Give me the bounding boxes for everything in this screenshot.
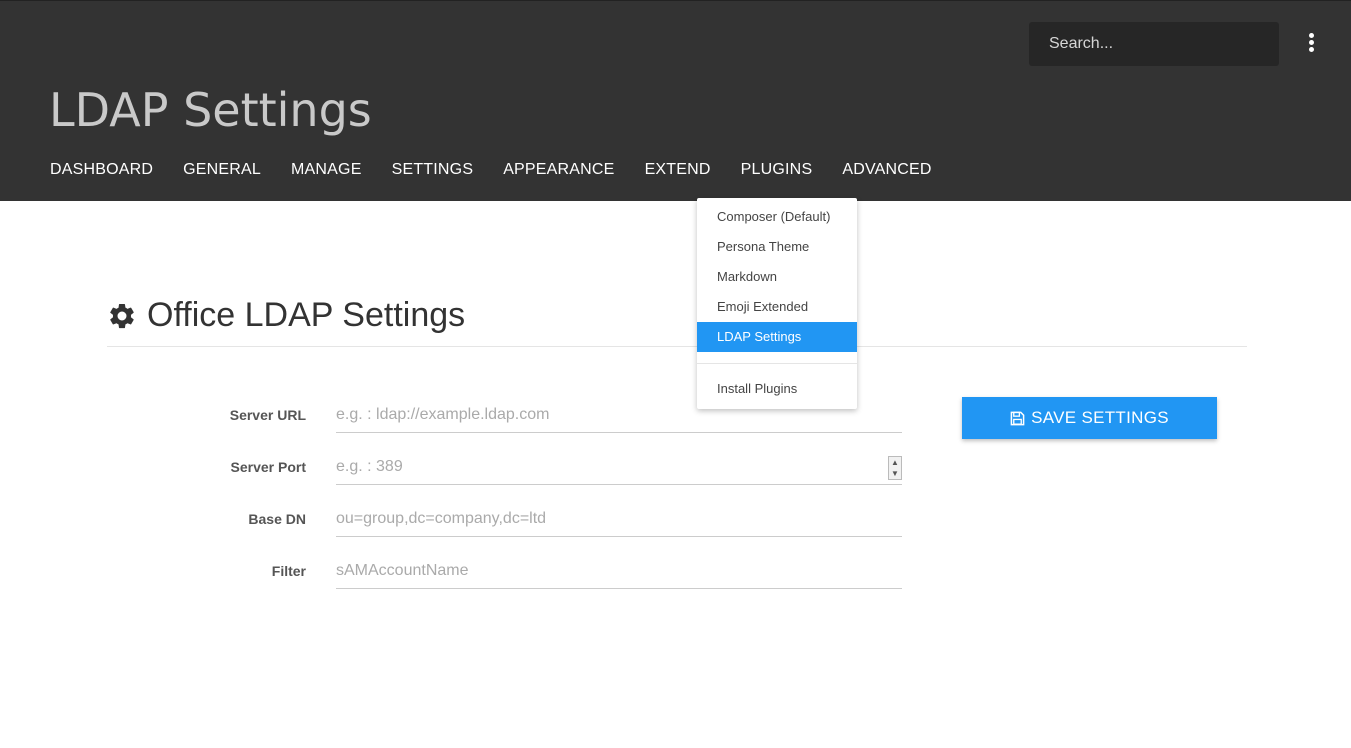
menu-item-ldap-settings[interactable]: LDAP Settings	[697, 322, 857, 352]
nav-item-manage[interactable]: MANAGE	[291, 161, 362, 185]
menu-item-emoji-extended[interactable]: Emoji Extended	[697, 292, 857, 322]
section-divider	[107, 346, 1247, 347]
main-nav: DASHBOARD GENERAL MANAGE SETTINGS APPEAR…	[50, 161, 962, 185]
spinner-down-icon[interactable]: ▼	[889, 468, 901, 479]
floppy-disk-icon	[1010, 411, 1025, 425]
server-url-label: Server URL	[229, 407, 306, 423]
filter-input[interactable]	[336, 553, 902, 589]
gear-icon	[110, 303, 134, 328]
section-title: Office LDAP Settings	[107, 296, 465, 335]
menu-item-composer[interactable]: Composer (Default)	[697, 202, 857, 232]
nav-item-extend[interactable]: EXTEND	[645, 161, 711, 185]
save-button-label: SAVE SETTINGS	[1031, 408, 1169, 427]
server-port-label: Server Port	[230, 459, 306, 475]
section-title-text: Office LDAP Settings	[147, 296, 466, 334]
nav-item-plugins[interactable]: PLUGINS	[741, 161, 813, 185]
admin-header: LDAP Settings DASHBOARD GENERAL MANAGE S…	[0, 0, 1351, 201]
page-title: LDAP Settings	[49, 83, 372, 137]
menu-item-persona-theme[interactable]: Persona Theme	[697, 232, 857, 262]
menu-item-install-plugins[interactable]: Install Plugins	[697, 374, 857, 404]
kebab-menu-icon[interactable]	[1302, 31, 1322, 55]
server-port-input[interactable]	[336, 449, 902, 485]
save-settings-button[interactable]: SAVE SETTINGS	[962, 397, 1217, 439]
filter-label: Filter	[271, 563, 306, 579]
nav-item-dashboard[interactable]: DASHBOARD	[50, 161, 153, 185]
base-dn-label: Base DN	[248, 511, 306, 527]
plugins-dropdown-menu: Composer (Default) Persona Theme Markdow…	[697, 198, 857, 409]
nav-item-appearance[interactable]: APPEARANCE	[503, 161, 614, 185]
menu-item-markdown[interactable]: Markdown	[697, 262, 857, 292]
nav-item-settings[interactable]: SETTINGS	[392, 161, 474, 185]
port-spinner[interactable]: ▲ ▼	[888, 456, 902, 480]
menu-divider	[697, 363, 857, 364]
spinner-up-icon[interactable]: ▲	[889, 457, 901, 468]
base-dn-input[interactable]	[336, 501, 902, 537]
nav-item-advanced[interactable]: ADVANCED	[842, 161, 931, 185]
search-box[interactable]	[1029, 22, 1279, 66]
nav-item-general[interactable]: GENERAL	[183, 161, 261, 185]
search-input[interactable]	[1029, 22, 1279, 66]
